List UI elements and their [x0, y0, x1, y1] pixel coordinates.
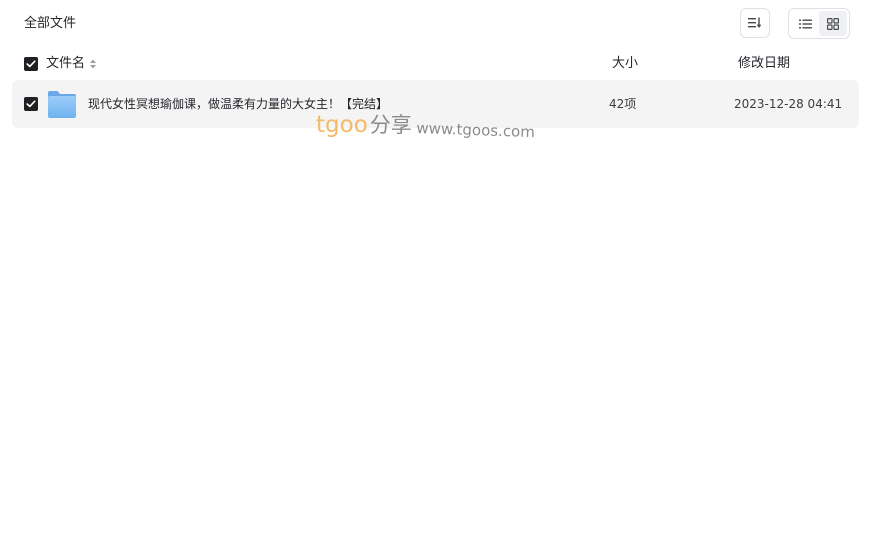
column-header-modified[interactable]: 修改日期	[738, 54, 790, 74]
sort-button[interactable]	[740, 8, 770, 38]
list-view-icon	[798, 19, 812, 28]
breadcrumb[interactable]: 全部文件	[24, 14, 76, 34]
file-size: 42项	[609, 97, 637, 111]
checkmark-icon	[26, 60, 36, 68]
column-header-size[interactable]: 大小	[612, 54, 638, 74]
select-all-checkbox[interactable]	[24, 57, 38, 71]
list-view-button[interactable]	[791, 11, 819, 36]
file-manager: 全部文件 文件名 大小 修改日期 现代女性冥想瑜伽课，做温柔有力量的大女主！【完…	[0, 0, 874, 538]
file-modified-date: 2023-12-28 04:41	[734, 97, 843, 111]
row-checkbox[interactable]	[24, 97, 38, 111]
folder-icon	[48, 91, 76, 118]
file-name-link[interactable]: 现代女性冥想瑜伽课，做温柔有力量的大女主！【完结】	[88, 94, 388, 114]
view-switcher	[788, 8, 850, 39]
grid-view-button[interactable]	[819, 11, 847, 36]
grid-view-icon	[827, 17, 839, 30]
sort-icon	[748, 17, 762, 28]
sort-caret-icon[interactable]	[89, 58, 97, 70]
column-header-name[interactable]: 文件名	[46, 54, 85, 74]
table-row[interactable]: 现代女性冥想瑜伽课，做温柔有力量的大女主！【完结】 42项 2023-12-28…	[12, 80, 859, 128]
checkmark-icon	[26, 100, 36, 108]
